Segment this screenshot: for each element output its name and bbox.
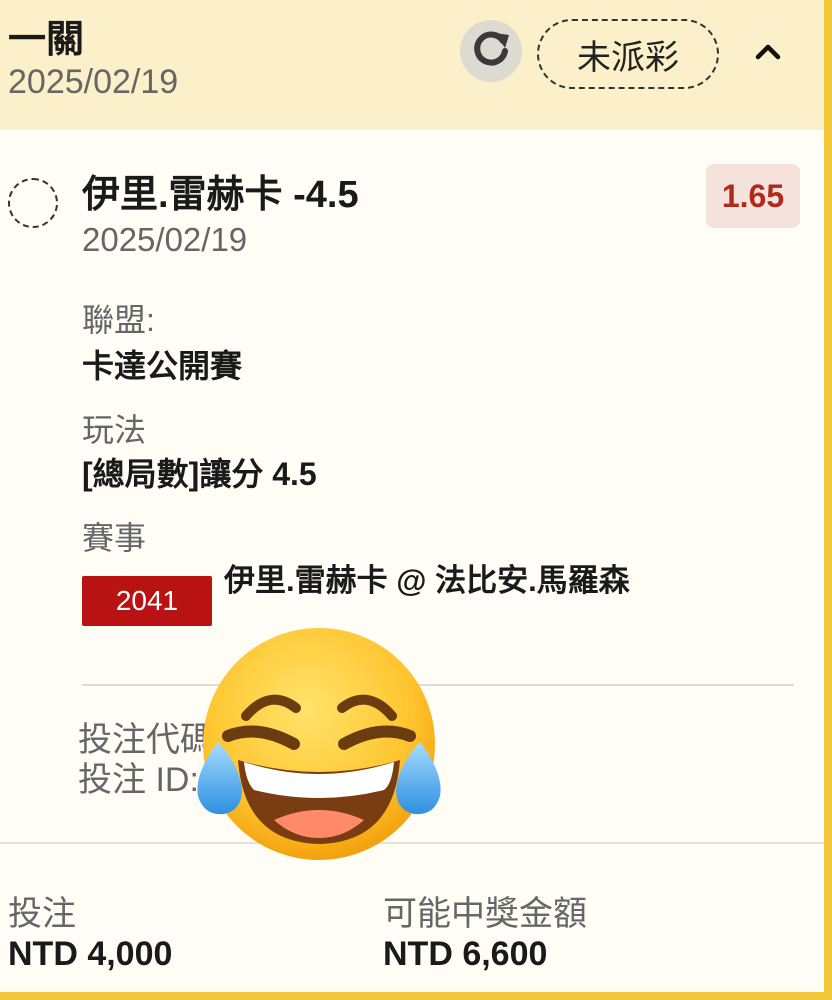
selection-status-icon <box>8 178 58 228</box>
collapse-button[interactable] <box>745 30 791 76</box>
settlement-status-badge: 未派彩 <box>537 19 719 89</box>
event-name: 伊里.雷赫卡 @ 法比安.馬羅森 <box>224 563 630 598</box>
market-value: [總局數]讓分 4.5 <box>82 456 317 492</box>
bet-id-label: 投注 ID: <box>78 761 199 799</box>
selection-title: 伊里.雷赫卡 -4.5 <box>82 174 359 216</box>
stake-value: NTD 4,000 <box>8 935 173 973</box>
league-value: 卡達公開賽 <box>82 348 243 384</box>
refresh-button[interactable] <box>460 20 522 82</box>
bet-card: 一關 2025/02/19 未派彩 伊里.雷赫卡 -4.5 2025/02/19… <box>0 0 832 1000</box>
refresh-icon <box>469 27 513 76</box>
chevron-up-icon <box>753 40 783 67</box>
tears-of-joy-emoji-icon <box>188 624 450 864</box>
market-label: 玩法 <box>82 412 147 448</box>
potential-win-value: NTD 6,600 <box>383 935 548 973</box>
bet-type-title: 一關 <box>8 19 85 61</box>
league-label: 聯盟: <box>82 302 155 338</box>
bet-header: 一關 2025/02/19 未派彩 <box>0 0 824 130</box>
stake-label: 投注 <box>8 895 76 933</box>
bet-date: 2025/02/19 <box>8 63 179 101</box>
selection-date: 2025/02/19 <box>82 221 248 258</box>
event-label: 賽事 <box>82 520 147 556</box>
potential-win-label: 可能中獎金額 <box>383 895 587 933</box>
event-id-badge: 2041 <box>82 576 212 626</box>
odds-badge: 1.65 <box>706 164 800 228</box>
